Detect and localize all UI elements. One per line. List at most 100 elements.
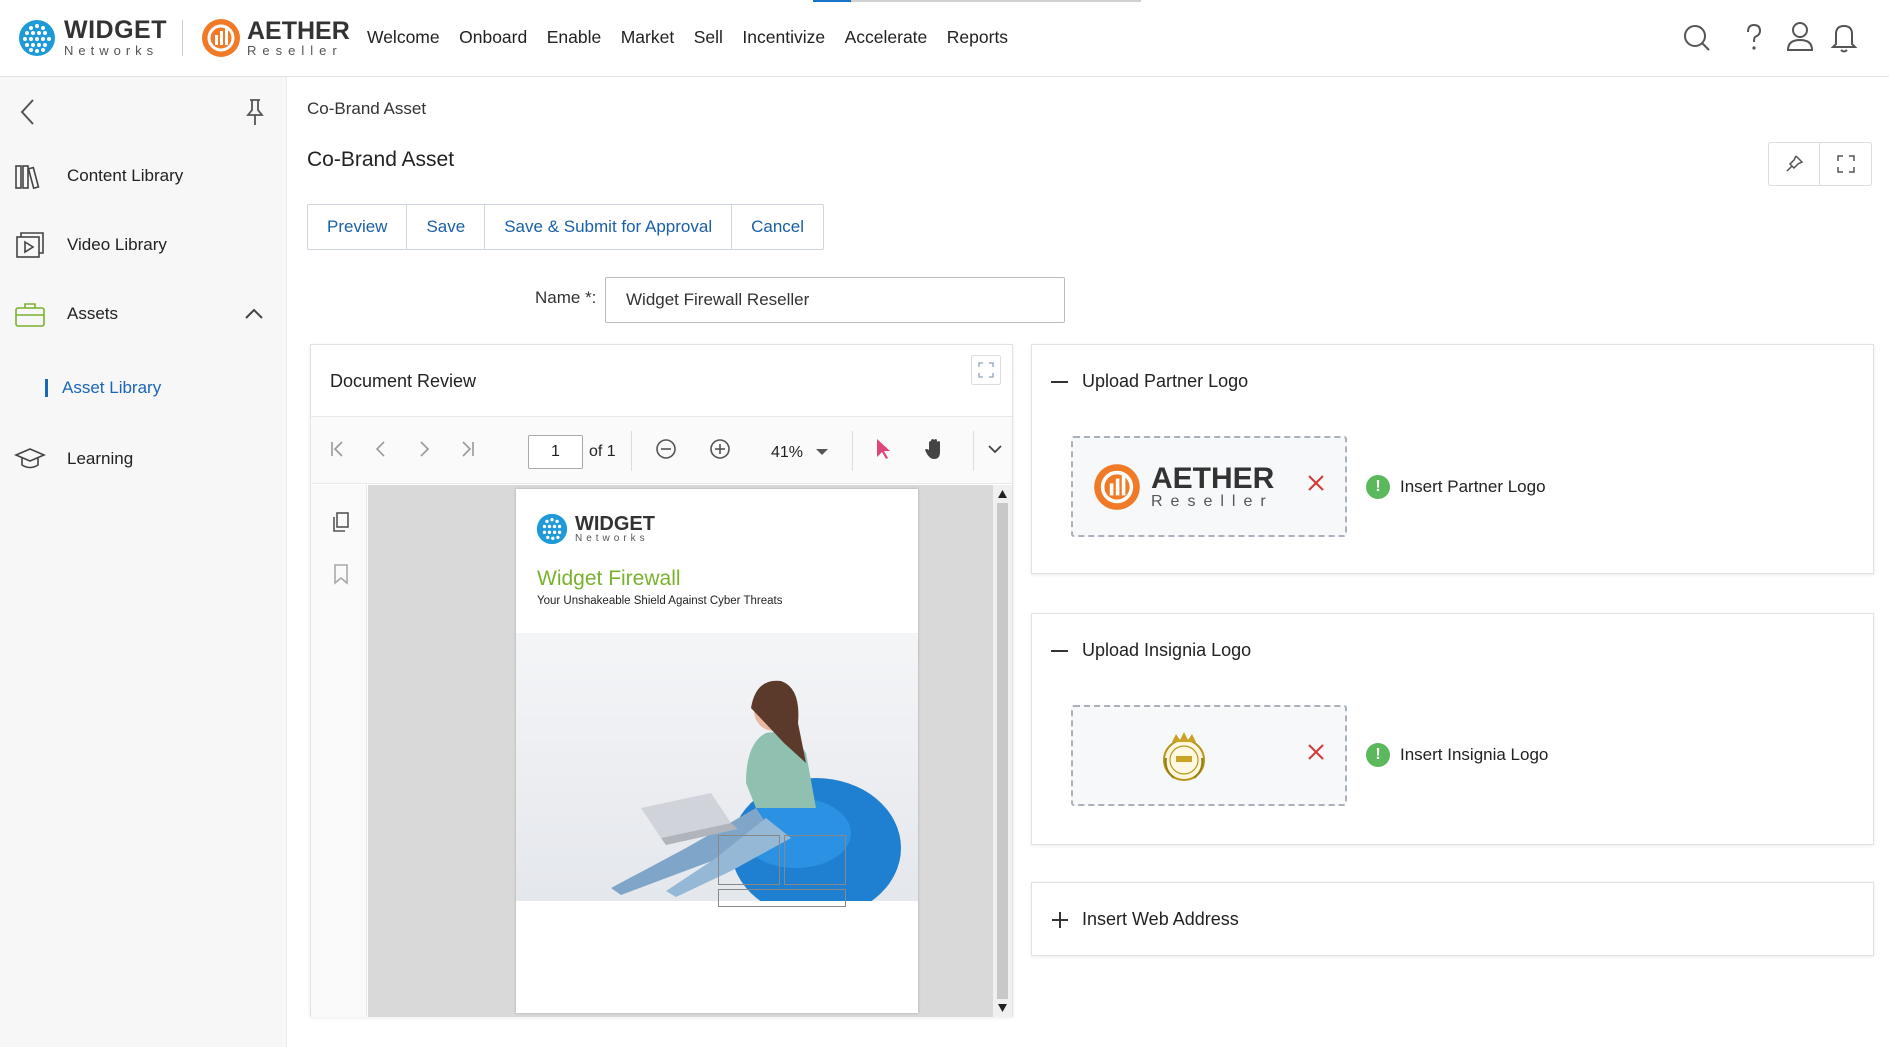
- partner-logo-header[interactable]: Upload Partner Logo: [1082, 371, 1248, 392]
- chevron-up-icon[interactable]: [243, 306, 265, 325]
- alert-icon: !: [1366, 475, 1390, 499]
- widget-globe-icon: [19, 19, 55, 56]
- co-brand-web-slot: [718, 889, 846, 907]
- toolbar-divider: [631, 431, 632, 471]
- document-brand-tagline: Networks: [575, 533, 649, 544]
- expand-plus-icon[interactable]: [1051, 911, 1069, 934]
- nav-incentivize[interactable]: Incentivize: [742, 27, 825, 48]
- co-brand-insignia-slot: [784, 835, 846, 885]
- scrollbar-thumb[interactable]: [997, 503, 1008, 999]
- chevron-down-icon[interactable]: [985, 437, 1005, 466]
- top-navigation-bar: WIDGET Networks AETHER Reseller Welcome …: [0, 0, 1889, 77]
- expand-icon[interactable]: [971, 355, 1001, 385]
- insert-web-address-card[interactable]: Insert Web Address: [1031, 882, 1874, 956]
- briefcase-icon: [14, 299, 46, 329]
- fullscreen-icon[interactable]: [1820, 143, 1871, 185]
- chevron-down-icon: [816, 449, 829, 455]
- pin-icon[interactable]: [244, 97, 266, 132]
- save-submit-button[interactable]: Save & Submit for Approval: [485, 205, 733, 249]
- brand-divider: [182, 20, 183, 56]
- aether-reseller-logo[interactable]: AETHER Reseller: [201, 18, 350, 58]
- sidebar-item-learning[interactable]: Learning: [14, 444, 133, 474]
- web-address-header[interactable]: Insert Web Address: [1082, 909, 1239, 930]
- remove-icon[interactable]: [1306, 741, 1326, 769]
- scrollbar[interactable]: [993, 485, 1012, 1017]
- nav-reports[interactable]: Reports: [947, 27, 1008, 48]
- document-brand-logo: WIDGET Networks: [536, 513, 655, 545]
- scroll-up-icon[interactable]: [997, 489, 1008, 499]
- help-icon[interactable]: [1742, 20, 1766, 59]
- bookmark-icon[interactable]: [332, 563, 350, 590]
- brand-name: AETHER: [247, 17, 350, 45]
- collapse-icon[interactable]: [1051, 381, 1068, 383]
- breadcrumb[interactable]: Co-Brand Asset: [307, 99, 426, 119]
- zoom-select[interactable]: 41%: [771, 444, 829, 462]
- pan-hand-icon[interactable]: [923, 437, 947, 466]
- video-icon: [14, 230, 46, 260]
- alert-icon: !: [1366, 743, 1390, 767]
- next-page-icon[interactable]: [414, 437, 434, 466]
- co-brand-logo-slot: [718, 835, 780, 885]
- remove-icon[interactable]: [1306, 472, 1326, 500]
- document-hero-image: [516, 633, 918, 901]
- zoom-in-icon[interactable]: [708, 437, 732, 466]
- sidebar-item-assets[interactable]: Assets: [14, 299, 118, 329]
- sidebar-item-label: Learning: [67, 449, 134, 468]
- previous-page-icon[interactable]: [371, 437, 391, 466]
- upload-insignia-logo-card: Upload Insignia Logo ! Insert Insignia L…: [1031, 613, 1874, 845]
- main-nav: Welcome Onboard Enable Market Sell Incen…: [367, 27, 1028, 48]
- nav-accelerate[interactable]: Accelerate: [845, 27, 928, 48]
- cancel-button[interactable]: Cancel: [732, 205, 823, 249]
- toolbar-divider: [852, 431, 853, 471]
- page-number-input[interactable]: 1: [528, 435, 583, 469]
- widget-networks-logo[interactable]: WIDGET Networks: [18, 18, 167, 57]
- page-count: of 1: [589, 443, 616, 460]
- insert-insignia-logo-label: Insert Insignia Logo: [1400, 745, 1549, 764]
- aether-logo-icon: [1094, 464, 1140, 510]
- scroll-down-icon[interactable]: [997, 1003, 1008, 1013]
- document-review-panel: Document Review 1 of 1 41% WIDGET Networ…: [310, 344, 1013, 1017]
- partner-logo-dropzone[interactable]: AETHER Reseller: [1071, 436, 1347, 537]
- name-field[interactable]: Widget Firewall Reseller: [605, 277, 1065, 323]
- name-label: Name *:: [535, 288, 597, 307]
- sidebar-item-label: Content Library: [67, 166, 184, 185]
- nav-welcome[interactable]: Welcome: [367, 27, 440, 48]
- loading-indicator: [851, 0, 1141, 2]
- document-brand-name: WIDGET: [575, 513, 655, 535]
- sidebar-item-video-library[interactable]: Video Library: [14, 230, 167, 260]
- widget-globe-icon: [536, 513, 568, 545]
- sidebar-item-asset-library[interactable]: Asset Library: [45, 379, 161, 397]
- insignia-logo-header[interactable]: Upload Insignia Logo: [1082, 640, 1251, 661]
- active-tab-indicator: [813, 0, 851, 2]
- document-canvas[interactable]: WIDGET Networks Widget Firewall Your Uns…: [368, 485, 993, 1017]
- sidebar-item-label: Assets: [67, 304, 119, 323]
- collapse-sidebar-icon[interactable]: [18, 97, 38, 132]
- preview-button[interactable]: Preview: [308, 205, 408, 249]
- document-title: Widget Firewall: [537, 567, 681, 590]
- viewer-toolbar: 1 of 1 41%: [311, 416, 1012, 484]
- nav-market[interactable]: Market: [621, 27, 674, 48]
- select-pointer-icon[interactable]: [873, 437, 893, 466]
- brand-name: WIDGET: [64, 16, 167, 44]
- sidebar: Content Library Video Library Assets Ass…: [0, 77, 287, 1047]
- save-button[interactable]: Save: [407, 205, 486, 249]
- document-viewer: WIDGET Networks Widget Firewall Your Uns…: [311, 485, 1012, 1017]
- last-page-icon[interactable]: [457, 437, 477, 466]
- sidebar-item-label: Video Library: [67, 235, 167, 254]
- insert-insignia-logo-button[interactable]: ! Insert Insignia Logo: [1366, 743, 1548, 767]
- insert-partner-logo-button[interactable]: ! Insert Partner Logo: [1366, 475, 1546, 499]
- sidebar-item-content-library[interactable]: Content Library: [14, 161, 183, 191]
- search-icon[interactable]: [1681, 20, 1713, 59]
- insignia-logo-dropzone[interactable]: [1071, 705, 1347, 806]
- partner-logo-name: AETHER: [1151, 462, 1275, 495]
- nav-onboard[interactable]: Onboard: [459, 27, 527, 48]
- pin-icon[interactable]: [1769, 143, 1820, 185]
- nav-sell[interactable]: Sell: [694, 27, 723, 48]
- user-icon[interactable]: [1785, 20, 1815, 59]
- first-page-icon[interactable]: [328, 437, 348, 466]
- nav-enable[interactable]: Enable: [547, 27, 602, 48]
- collapse-icon[interactable]: [1051, 650, 1068, 652]
- thumbnails-icon[interactable]: [331, 511, 351, 538]
- zoom-out-icon[interactable]: [654, 437, 678, 466]
- bell-icon[interactable]: [1829, 20, 1859, 59]
